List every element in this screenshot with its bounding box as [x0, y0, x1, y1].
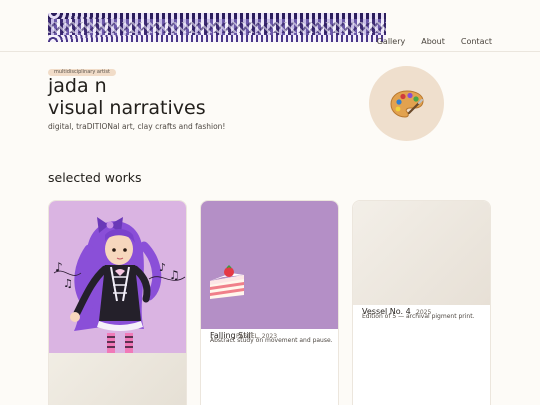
svg-text:♪: ♪	[159, 261, 166, 274]
lace-pattern-bottom	[48, 35, 386, 42]
work-card-3[interactable]: Vessel No. 4 2025 Edition of 5 — archiva…	[352, 200, 491, 405]
artist-palette-icon	[390, 90, 424, 118]
section-title: selected works	[48, 170, 142, 185]
work-thumbnail	[201, 201, 338, 329]
main-nav: Gallery About Contact	[377, 37, 492, 46]
strawberry-cake-icon	[210, 265, 244, 299]
work-card-1[interactable]: ♪ ♫ ♪ ♫	[48, 200, 187, 405]
nav-item-contact[interactable]: Contact	[461, 37, 492, 46]
work-description: Abstract study on movement and pause.	[210, 337, 333, 344]
hero-title: jada n visual narratives	[48, 75, 206, 119]
svg-text:♪: ♪	[55, 260, 63, 274]
lace-banner-image	[48, 13, 386, 42]
work-thumbnail: ♪ ♫ ♪ ♫	[49, 201, 186, 353]
work-thumbnail	[353, 201, 490, 305]
svg-text:♫: ♫	[63, 277, 73, 290]
nav-item-about[interactable]: About	[421, 37, 445, 46]
work-card-caption-area	[49, 353, 186, 405]
hero-title-line2: visual narratives	[48, 97, 206, 119]
svg-text:♫: ♫	[169, 268, 180, 282]
work-card-2[interactable]: Falling Still PASTEL, 2023 Abstract stud…	[200, 200, 339, 405]
nav-item-gallery[interactable]: Gallery	[377, 37, 406, 46]
lace-pattern-middle	[48, 22, 386, 33]
character-illustration: ♪ ♫ ♪ ♫	[53, 217, 186, 353]
top-bar: Gallery About Contact	[0, 0, 540, 52]
work-description: Edition of 5 — archival pigment print.	[362, 313, 475, 320]
palette-avatar	[369, 66, 444, 141]
hero-title-line1: jada n	[48, 75, 107, 97]
hero-subtitle: digital, traDITIONal art, clay crafts an…	[48, 122, 226, 131]
lace-pattern-top	[48, 13, 386, 19]
